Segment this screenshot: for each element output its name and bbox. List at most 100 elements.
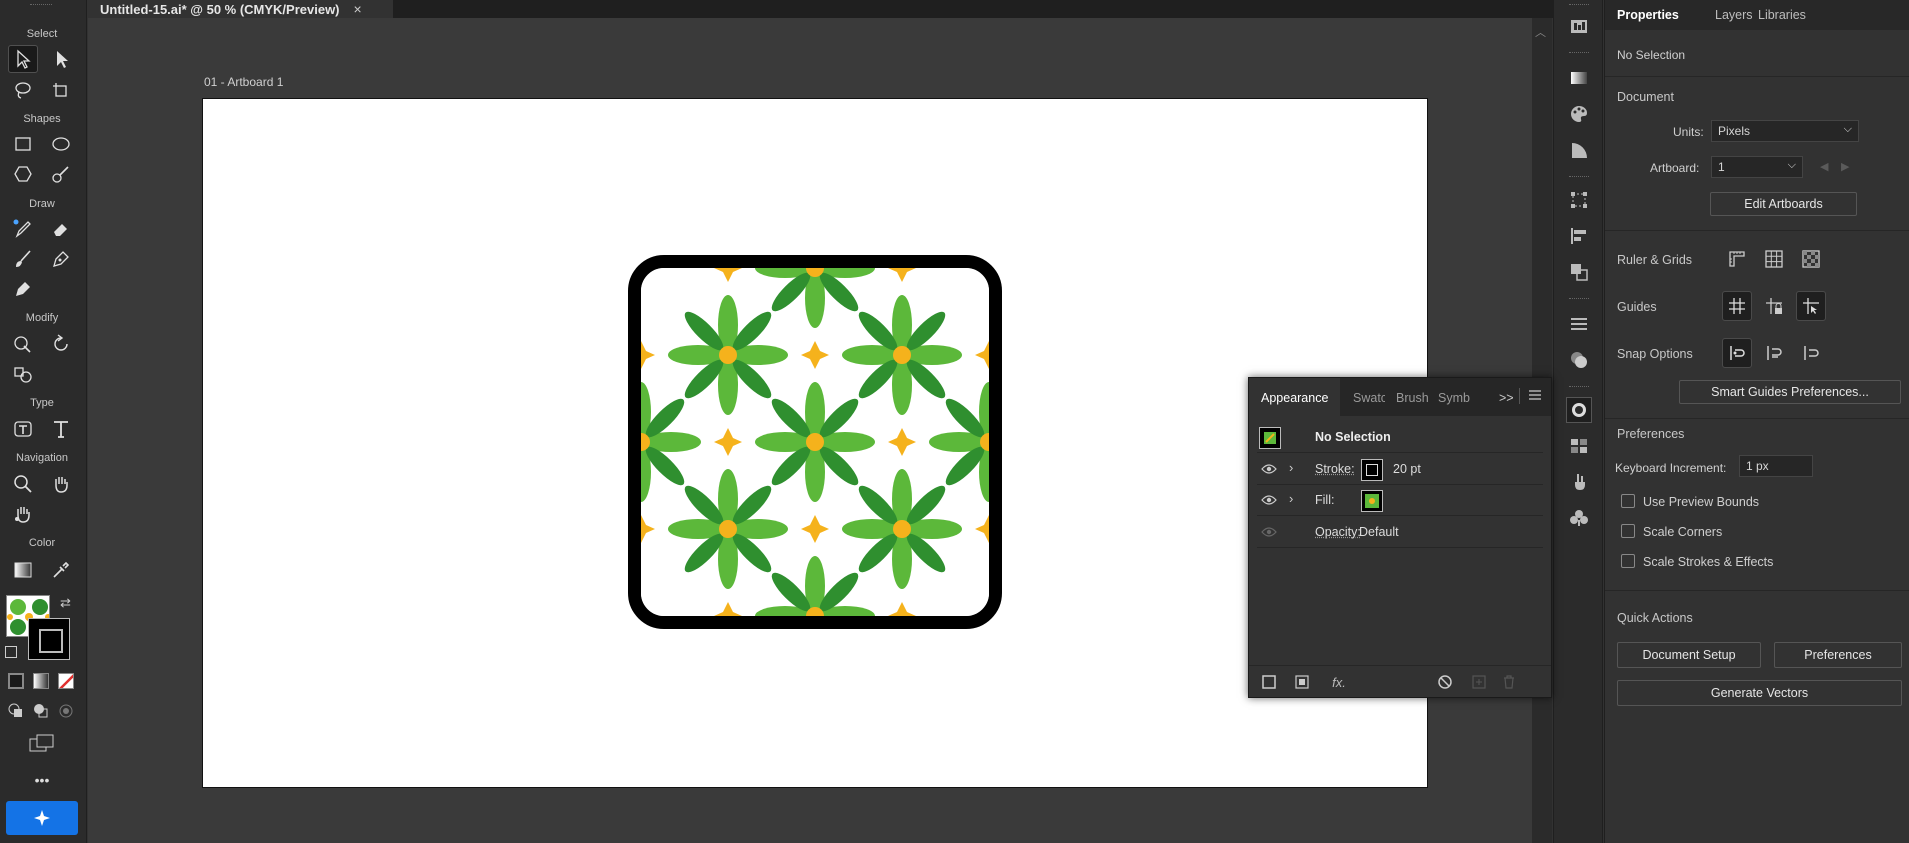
direct-selection-tool-button[interactable]	[47, 46, 75, 72]
pattern-rounded-rectangle[interactable]	[628, 255, 1002, 629]
eye-icon[interactable]	[1261, 463, 1277, 475]
document-setup-button[interactable]: Document Setup	[1617, 642, 1761, 668]
shape-builder-tool-button[interactable]	[9, 331, 37, 357]
draw-behind-icon[interactable]	[33, 703, 49, 719]
artboard-label[interactable]: 01 - Artboard 1	[204, 75, 283, 89]
use-preview-bounds-checkbox[interactable]	[1621, 494, 1635, 508]
grid-toggle-button[interactable]	[1760, 245, 1788, 273]
generative-recolor-button[interactable]	[6, 801, 78, 835]
transform-panel-icon[interactable]	[1567, 188, 1591, 212]
gradient-panel-icon[interactable]	[1567, 66, 1591, 90]
symbols-panel-icon[interactable]	[1567, 506, 1591, 530]
tab-swatches[interactable]: Swatc	[1353, 391, 1385, 405]
eye-icon[interactable]	[1261, 494, 1277, 506]
stroke-panel-icon[interactable]	[1567, 312, 1591, 336]
color-mode-button[interactable]	[8, 673, 24, 689]
align-panel-icon[interactable]	[1567, 224, 1591, 248]
color-guide-icon[interactable]	[1567, 138, 1591, 162]
fill-row[interactable]: › Fill:	[1257, 486, 1543, 516]
tab-layers[interactable]: Layers	[1715, 8, 1753, 22]
rotate-tool-button[interactable]	[47, 331, 75, 357]
document-tab[interactable]: Untitled-15.ai* @ 50 % (CMYK/Preview) ×	[88, 0, 393, 18]
stroke-row[interactable]: › Stroke: 20 pt	[1257, 455, 1543, 485]
generate-vectors-button[interactable]: Generate Vectors	[1617, 680, 1902, 706]
clear-appearance-icon[interactable]	[1437, 674, 1453, 690]
brushes-panel-icon[interactable]	[1567, 470, 1591, 494]
strip-grip[interactable]	[1569, 52, 1589, 53]
tab-properties[interactable]: Properties	[1617, 8, 1679, 22]
draw-normal-icon[interactable]	[8, 703, 24, 719]
eyedropper-tool-button[interactable]	[47, 557, 75, 583]
type-tool-button[interactable]	[47, 416, 75, 442]
close-tab-icon[interactable]: ×	[354, 1, 362, 17]
strip-grip[interactable]	[1569, 298, 1589, 299]
opacity-row[interactable]: Opacity: Default	[1257, 518, 1543, 548]
polygon-tool-button[interactable]	[9, 161, 37, 187]
strip-grip[interactable]	[1569, 4, 1589, 5]
libraries-panel-icon[interactable]	[1567, 14, 1591, 38]
none-mode-button[interactable]	[58, 673, 74, 689]
previous-artboard-icon[interactable]: ◀	[1820, 160, 1828, 173]
transparency-grid-button[interactable]	[1797, 245, 1825, 273]
swap-fill-stroke-icon[interactable]: ⇄	[60, 595, 71, 611]
edit-artboards-button[interactable]: Edit Artboards	[1710, 192, 1857, 216]
add-new-stroke-icon[interactable]	[1261, 674, 1277, 690]
ellipse-tool-button[interactable]	[47, 131, 75, 157]
snap-to-point-button[interactable]	[1722, 338, 1752, 368]
stroke-weight-value[interactable]: 20 pt	[1393, 462, 1421, 476]
scroll-up-icon[interactable]: ︿	[1535, 24, 1546, 40]
appearance-panel-icon[interactable]	[1566, 397, 1592, 423]
stroke-color-swatch[interactable]	[1361, 459, 1383, 481]
tab-symbols[interactable]: Symb	[1438, 391, 1472, 405]
ruler-toggle-button[interactable]	[1723, 245, 1751, 273]
screen-mode-icon[interactable]	[27, 733, 57, 755]
hand-tool-button[interactable]	[47, 471, 75, 497]
snap-to-glyph-button[interactable]	[1797, 339, 1825, 367]
color-palette-icon[interactable]	[1567, 102, 1591, 126]
chevron-right-icon[interactable]: ›	[1289, 460, 1293, 475]
shaper-tool-button[interactable]	[47, 161, 75, 187]
pen-tool-button[interactable]	[47, 246, 75, 272]
add-new-effect-icon[interactable]: fx.	[1327, 674, 1351, 690]
tab-appearance[interactable]: Appearance	[1249, 378, 1341, 416]
paintbrush-tool-button[interactable]	[9, 246, 37, 272]
gradient-tool-button[interactable]	[9, 557, 37, 583]
edit-toolbar-more-icon[interactable]: •••	[0, 772, 84, 788]
smart-guides-button[interactable]	[1796, 291, 1826, 321]
opacity-label[interactable]: Opacity:	[1315, 525, 1361, 539]
zoom-tool-button[interactable]	[9, 471, 37, 497]
add-new-fill-icon[interactable]	[1294, 674, 1310, 690]
selection-tool-button[interactable]	[8, 45, 38, 73]
lasso-tool-button[interactable]	[9, 77, 37, 103]
draw-inside-icon[interactable]	[58, 703, 74, 719]
stroke-swatch[interactable]	[28, 618, 70, 660]
gradient-mode-button[interactable]	[33, 673, 49, 689]
transparency-panel-icon[interactable]	[1567, 348, 1591, 372]
type-on-path-tool-button[interactable]	[9, 416, 37, 442]
toolbar-grip[interactable]	[30, 4, 52, 6]
tab-libraries[interactable]: Libraries	[1758, 8, 1806, 22]
pathfinder-panel-icon[interactable]	[1567, 260, 1591, 284]
stroke-label[interactable]: Stroke:	[1315, 462, 1355, 476]
scale-corners-checkbox[interactable]	[1621, 524, 1635, 538]
eraser-tool-button[interactable]	[47, 216, 75, 242]
artboard-dropdown[interactable]: 1 ⌵	[1711, 156, 1803, 178]
preferences-button[interactable]: Preferences	[1774, 642, 1902, 668]
rectangle-tool-button[interactable]	[9, 131, 37, 157]
strip-grip[interactable]	[1569, 386, 1589, 387]
smart-guides-preferences-button[interactable]: Smart Guides Preferences...	[1679, 380, 1901, 404]
expand-tabs-icon[interactable]: >>	[1499, 391, 1514, 405]
pencil-tool-button[interactable]	[9, 216, 37, 242]
live-paint-tool-button[interactable]	[9, 361, 37, 387]
fill-color-swatch[interactable]	[1361, 490, 1383, 512]
keyboard-increment-input[interactable]: 1 px	[1739, 455, 1813, 477]
scale-strokes-checkbox[interactable]	[1621, 554, 1635, 568]
default-fill-stroke-icon[interactable]	[5, 646, 17, 658]
units-dropdown[interactable]: Pixels ⌵	[1711, 120, 1859, 142]
panel-menu-icon[interactable]	[1529, 389, 1541, 404]
lock-guides-button[interactable]	[1760, 292, 1788, 320]
snap-to-pixel-button[interactable]	[1760, 339, 1788, 367]
print-tiling-tool-button[interactable]	[9, 501, 37, 527]
chevron-right-icon[interactable]: ›	[1289, 491, 1293, 506]
show-guides-button[interactable]	[1722, 291, 1752, 321]
